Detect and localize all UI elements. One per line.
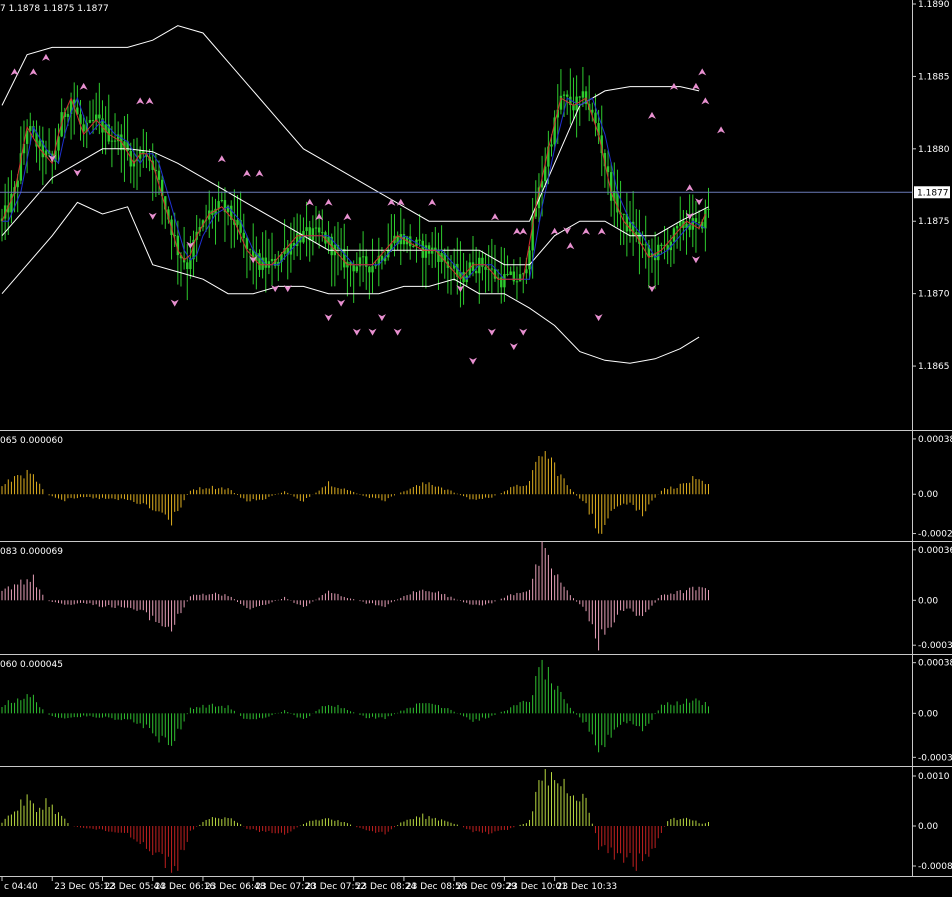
candle-body [361, 256, 365, 258]
candle-body [591, 109, 594, 113]
candle-body [515, 281, 519, 283]
candle-body [707, 208, 710, 210]
x-tick-label: c 04:40 [4, 882, 38, 892]
candle-body [409, 236, 412, 247]
candle-body [694, 218, 698, 222]
y-tick-label: 0.00036 [918, 546, 952, 556]
candle-body [490, 268, 494, 270]
y-tick-label: 1.1875 [918, 217, 950, 227]
current-price-label: 1.1877 [917, 188, 949, 198]
pane-info-label: 065 0.000060 [0, 436, 63, 446]
y-tick-label: 0.00 [918, 822, 938, 832]
y-tick-label: 1.1880 [918, 145, 950, 155]
candle-body [189, 259, 192, 270]
candle-body [365, 256, 368, 267]
candle-body [305, 227, 308, 231]
y-tick-label: 0.00 [918, 709, 938, 719]
candle-body [343, 249, 346, 268]
y-tick-label: 0.00 [918, 490, 938, 500]
candle-body [368, 266, 371, 273]
pane-info-label: 060 0.000045 [0, 660, 63, 670]
candle-body [471, 262, 475, 271]
y-tick-label: 1.1885 [918, 72, 950, 82]
candle-body [264, 257, 267, 268]
candle-body [220, 200, 223, 202]
y-tick-label: 1.1865 [918, 362, 950, 372]
candle-body [374, 265, 377, 267]
candle-body [474, 270, 478, 274]
candle-body [424, 245, 428, 258]
candle-body [110, 140, 114, 142]
candle-body [98, 114, 101, 119]
candle-body [355, 266, 359, 272]
candle-body [88, 120, 92, 123]
candle-body [352, 265, 355, 272]
candle-body [509, 271, 512, 275]
candle-body [622, 213, 625, 215]
candle-body [566, 94, 569, 97]
y-tick-label: -0.00027 [918, 530, 952, 540]
candle-body [371, 266, 374, 273]
candle-body [550, 144, 553, 147]
candle-body [314, 227, 318, 229]
candle-body [675, 226, 679, 229]
candle-body [606, 166, 610, 173]
candle-body [697, 221, 701, 223]
candle-body [412, 246, 415, 248]
candle-body [503, 273, 506, 288]
candle-body [321, 232, 324, 234]
candle-body [562, 94, 566, 96]
candle-body [578, 96, 581, 98]
candle-body [157, 170, 161, 180]
candle-body [270, 258, 274, 262]
y-tick-label: 0.00038 [918, 659, 952, 669]
candle-body [660, 244, 663, 246]
candle-body [236, 219, 239, 225]
y-tick-label: 1.1870 [918, 290, 950, 300]
candle-body [311, 228, 315, 241]
y-tick-label: 0.00 [918, 596, 938, 606]
candle-body [66, 113, 70, 117]
y-tick-label: -0.00032 [918, 641, 952, 651]
y-tick-label: -0.0008 [918, 862, 952, 872]
candle-body [525, 269, 528, 274]
pane-info-label: 083 0.000069 [0, 547, 63, 557]
candle-body [512, 271, 516, 282]
candle-body [317, 227, 321, 233]
y-tick-label: 0.0010 [918, 772, 950, 782]
candle-body [248, 249, 252, 251]
candle-body [581, 91, 585, 98]
candle-body [113, 140, 117, 142]
candle-body [38, 140, 41, 147]
candle-body [528, 250, 531, 270]
candle-body [644, 244, 647, 246]
y-tick-label: 1.1890 [918, 0, 950, 10]
trading-chart[interactable]: 1.1877 1.1890 1.1885 1.1880 1.1875 1.1870 1.18… [0, 0, 952, 897]
candle-body [506, 273, 509, 275]
candle-body [91, 120, 95, 122]
candle-body [242, 232, 245, 239]
candle-body [704, 208, 707, 229]
candle-body [484, 266, 487, 270]
pane-info-label: 7 1.1878 1.1875 1.1877 [0, 4, 109, 14]
candle-body [481, 257, 484, 267]
x-tick-label: 23 Dec 10:33 [557, 882, 618, 892]
y-tick-label: -0.00033 [918, 753, 952, 763]
candle-body [418, 239, 421, 241]
y-tick-label: 0.00038 [918, 435, 952, 445]
candle-body [518, 274, 522, 282]
candle-body [186, 262, 189, 270]
